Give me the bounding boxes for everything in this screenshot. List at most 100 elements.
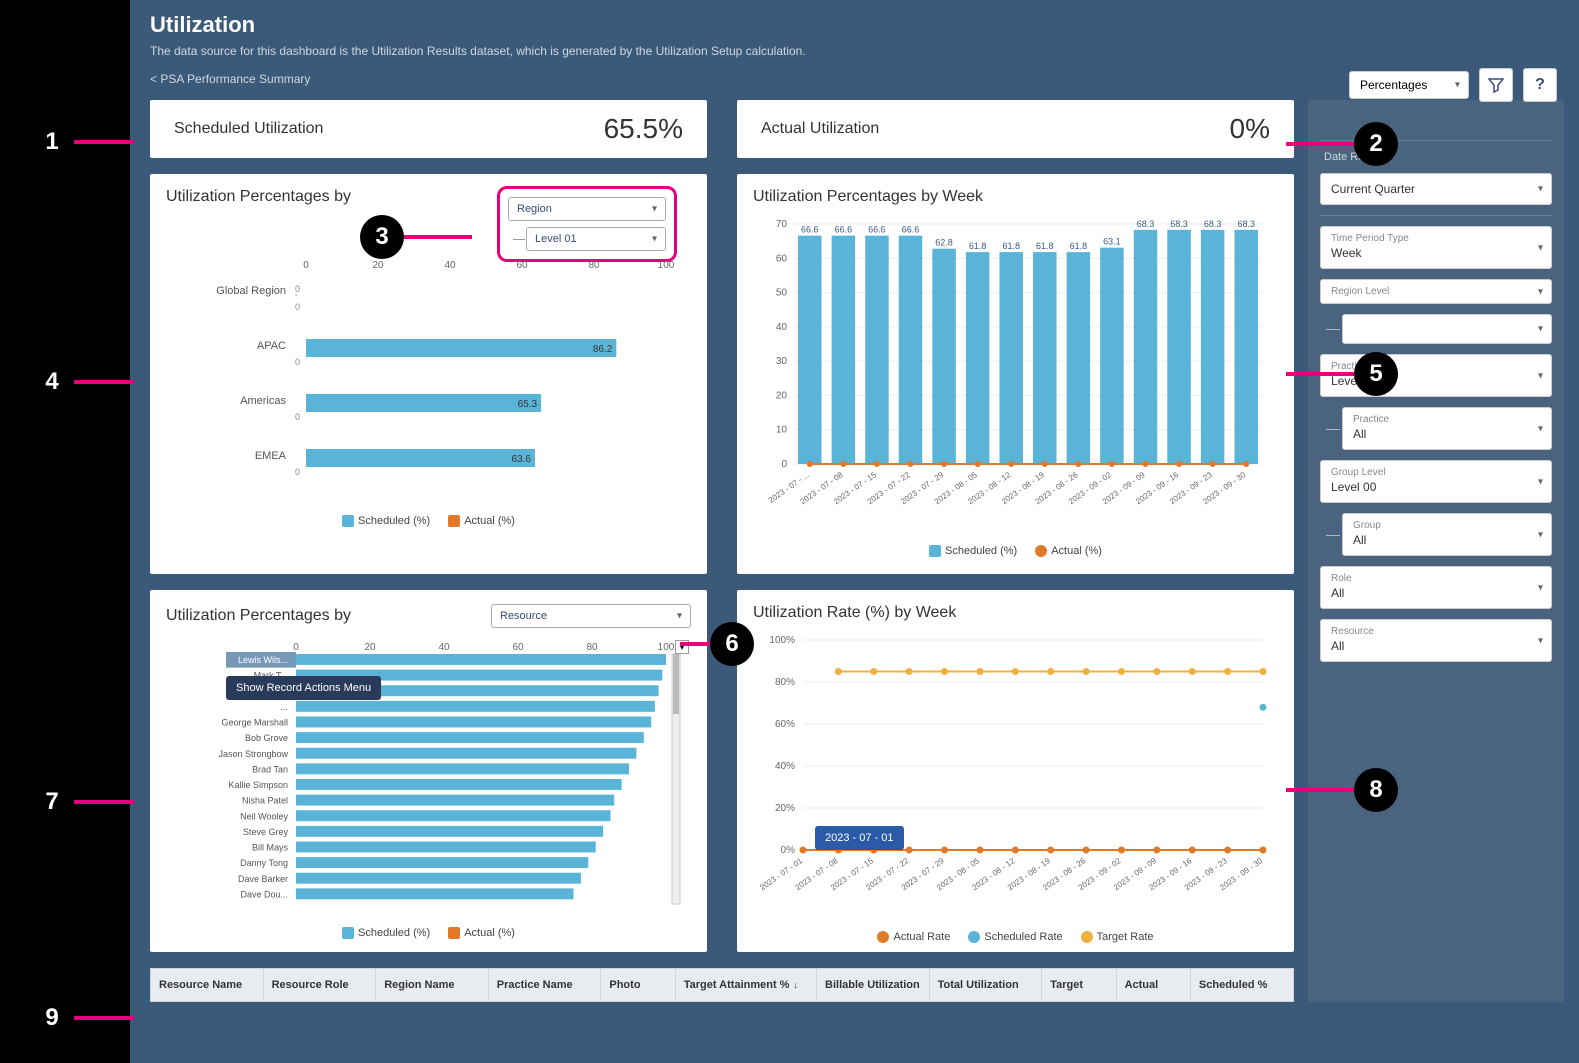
svg-text:40: 40: [776, 322, 788, 333]
card-utilization-rate-by-week: Utilization Rate (%) by Week 0%20%40%60%…: [737, 590, 1294, 952]
col-actual[interactable]: Actual: [1117, 969, 1191, 1001]
svg-text:68.3: 68.3: [1204, 219, 1222, 229]
chart-week[interactable]: 01020304050607066.62023 - 07 - ...66.620…: [753, 214, 1273, 534]
col-scheduled[interactable]: Scheduled %: [1191, 969, 1293, 1001]
callout-5: 5: [1354, 352, 1398, 396]
svg-text:EMEA: EMEA: [255, 450, 287, 462]
filter-group-level-value: Level 00: [1331, 480, 1376, 494]
svg-text:68.3: 68.3: [1170, 219, 1188, 229]
filter-group-level[interactable]: Group Level Level 00 ▾: [1320, 460, 1552, 503]
resource-dimension-select[interactable]: Resource ▾: [491, 604, 691, 628]
legend-actual: Actual (%): [464, 515, 515, 527]
callout-9: 9: [30, 996, 74, 1040]
filter-region-sub[interactable]: ▾: [1342, 314, 1552, 344]
breadcrumb-back[interactable]: < PSA Performance Summary: [130, 66, 330, 92]
col-target-attainment[interactable]: Target Attainment %↓: [676, 969, 817, 1001]
callout-1: 1: [30, 120, 74, 164]
filter-button[interactable]: [1479, 68, 1513, 102]
col-target[interactable]: Target: [1042, 969, 1116, 1001]
filters-panel: Date Range Current Quarter ▾ Time Period…: [1308, 100, 1564, 1002]
legend-actual: Actual Rate: [893, 931, 950, 943]
svg-text:40: 40: [438, 642, 450, 653]
svg-text:60: 60: [512, 642, 524, 653]
svg-text:Steve Grey: Steve Grey: [243, 827, 289, 837]
svg-text:Lewis Wils...: Lewis Wils...: [238, 655, 288, 665]
col-resource-role[interactable]: Resource Role: [264, 969, 377, 1001]
view-mode-select[interactable]: Percentages ▾: [1349, 71, 1469, 99]
chart-rate[interactable]: 0%20%40%60%80%100%2023 - 07 - 012023 - 0…: [753, 630, 1273, 920]
callout-2: 2: [1354, 122, 1398, 166]
chevron-down-icon: ▾: [1538, 529, 1543, 540]
filter-practice[interactable]: Practice All ▾: [1342, 407, 1552, 450]
chevron-down-icon: ▾: [1538, 242, 1543, 253]
page-title: Utilization: [150, 12, 1559, 38]
data-table-header: Resource Name Resource Role Region Name …: [150, 968, 1294, 1002]
svg-text:20: 20: [372, 260, 384, 271]
card-utilization-by-resource: Utilization Percentages by Resource ▾ 02…: [150, 590, 707, 952]
svg-text:50: 50: [776, 288, 788, 299]
svg-text:66.6: 66.6: [868, 225, 886, 235]
filter-practice-value: All: [1353, 427, 1366, 441]
card-region-title: Utilization Percentages by: [166, 188, 351, 206]
svg-text:80: 80: [588, 260, 600, 271]
col-resource-name[interactable]: Resource Name: [151, 969, 264, 1001]
filter-role[interactable]: Role All ▾: [1320, 566, 1552, 609]
chevron-down-icon: ▾: [1538, 635, 1543, 646]
filter-time-period-label: Time Period Type: [1331, 233, 1541, 244]
svg-text:70: 70: [776, 219, 788, 230]
callout-8: 8: [1354, 768, 1398, 812]
chevron-down-icon: ▾: [1538, 423, 1543, 434]
filter-date-range[interactable]: Current Quarter ▾: [1320, 173, 1552, 205]
svg-text:0: 0: [295, 412, 300, 422]
svg-text:60%: 60%: [775, 719, 795, 730]
svg-text:-: -: [295, 290, 298, 301]
callout-4: 4: [30, 360, 74, 404]
tooltip-record-actions[interactable]: Show Record Actions Menu: [226, 676, 381, 700]
svg-text:61.8: 61.8: [1036, 241, 1054, 251]
kpi-scheduled-label: Scheduled Utilization: [174, 120, 604, 138]
svg-text:62.8: 62.8: [935, 238, 953, 248]
col-photo[interactable]: Photo: [601, 969, 675, 1001]
svg-text:0: 0: [303, 260, 309, 271]
filter-time-period[interactable]: Time Period Type Week ▾: [1320, 226, 1552, 269]
toolbar: Percentages ▾ ?: [1349, 68, 1557, 102]
filter-region-level-label: Region Level: [1331, 286, 1541, 297]
filter-role-value: All: [1331, 586, 1344, 600]
kpi-actual-value: 0%: [1230, 113, 1270, 145]
filter-group-value: All: [1353, 533, 1366, 547]
chevron-down-icon: ▾: [1538, 184, 1543, 195]
col-region-name[interactable]: Region Name: [376, 969, 489, 1001]
help-icon: ?: [1535, 76, 1545, 94]
filter-resource-value: All: [1331, 639, 1344, 653]
region-dimension-select[interactable]: Region ▾: [508, 197, 666, 221]
filter-icon: [1488, 77, 1504, 93]
legend-scheduled: Scheduled (%): [358, 927, 430, 939]
help-button[interactable]: ?: [1523, 68, 1557, 102]
svg-text:68.3: 68.3: [1137, 219, 1155, 229]
svg-text:...: ...: [280, 702, 288, 712]
legend-scheduled: Scheduled (%): [945, 545, 1017, 557]
chevron-down-icon: ▾: [1538, 324, 1543, 335]
callout-6: 6: [710, 622, 754, 666]
region-level-select[interactable]: Level 01 ▾: [526, 227, 666, 251]
kpi-actual-label: Actual Utilization: [761, 120, 1230, 138]
filter-region-level[interactable]: Region Level ▾: [1320, 279, 1552, 304]
col-billable[interactable]: Billable Utilization: [817, 969, 930, 1001]
col-total[interactable]: Total Utilization: [930, 969, 1043, 1001]
svg-text:Nisha Patel: Nisha Patel: [242, 796, 288, 806]
svg-text:100: 100: [658, 260, 675, 271]
svg-text:Neil Wooley: Neil Wooley: [240, 811, 288, 821]
chart-region[interactable]: 020406080100Global Region00APAC86.20Amer…: [166, 254, 686, 504]
resource-dimension-label: Resource: [500, 610, 547, 622]
col-practice-name[interactable]: Practice Name: [489, 969, 602, 1001]
svg-text:Kallie Simpson: Kallie Simpson: [228, 780, 288, 790]
view-mode-label: Percentages: [1360, 78, 1427, 92]
chevron-down-icon: ▾: [1538, 476, 1543, 487]
filter-group[interactable]: Group All ▾: [1342, 513, 1552, 556]
svg-text:Brad Tan: Brad Tan: [252, 764, 288, 774]
filter-resource[interactable]: Resource All ▾: [1320, 619, 1552, 662]
svg-text:Dave Barker: Dave Barker: [238, 874, 288, 884]
svg-text:20: 20: [364, 642, 376, 653]
filter-resource-label: Resource: [1331, 626, 1541, 637]
svg-text:61.8: 61.8: [969, 241, 987, 251]
